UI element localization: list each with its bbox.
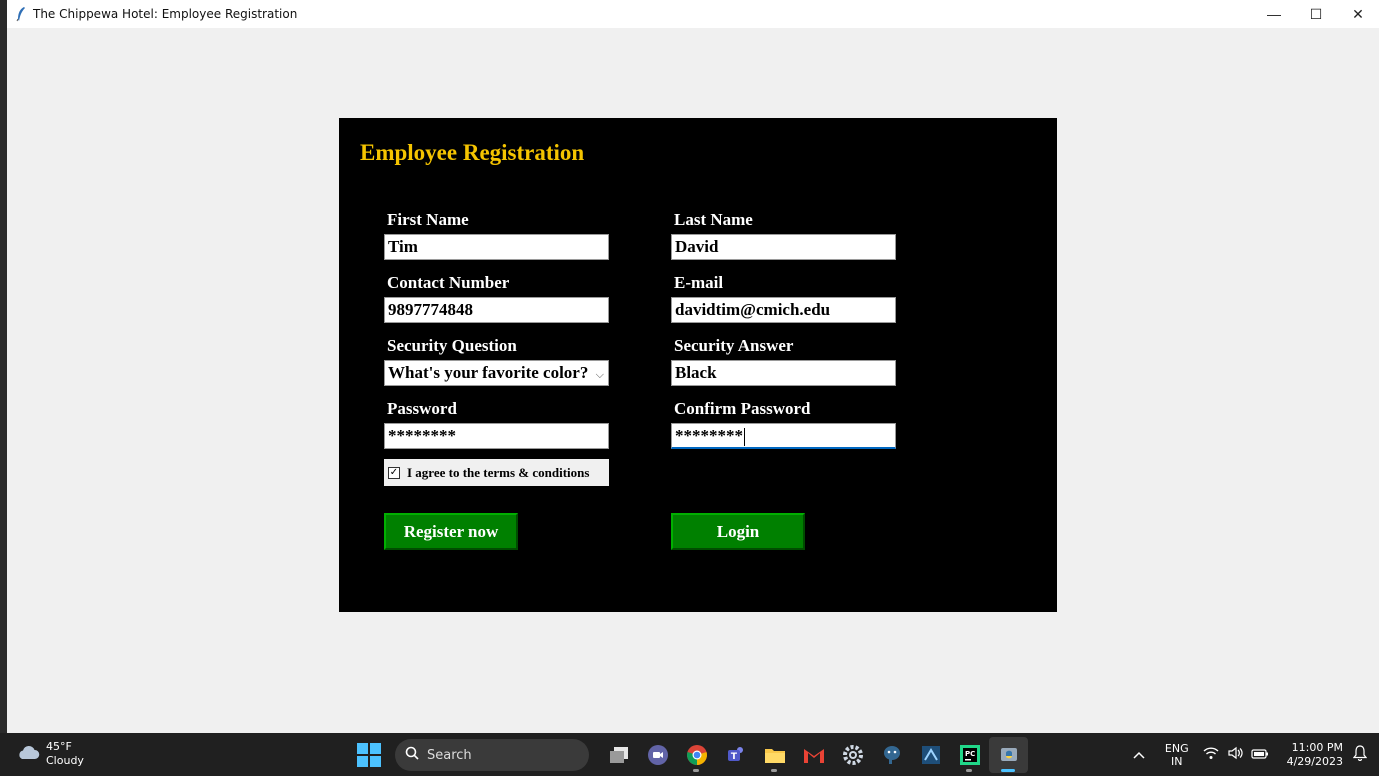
sql-developer-icon[interactable] [911,737,950,773]
contact-number-input[interactable]: 9897774848 [384,297,609,323]
security-question-label: Security Question [387,336,517,355]
meet-icon[interactable] [638,737,677,773]
language-indicator[interactable]: ENG IN [1165,742,1189,768]
settings-icon[interactable] [833,737,872,773]
password-label: Password [387,399,457,418]
first-name-label: First Name [387,210,469,229]
search-icon [405,746,419,765]
security-question-select[interactable]: What's your favorite color? ⌵ [384,360,609,386]
svg-text:T: T [730,752,737,762]
security-answer-label: Security Answer [674,336,794,355]
windows-start-icon[interactable] [357,743,381,767]
registration-panel: Employee Registration First Name Tim Las… [339,118,1057,612]
weather-widget[interactable]: 45°F Cloudy [16,740,84,768]
text-caret [744,428,745,447]
terms-checkbox[interactable]: ✓ [388,466,400,479]
email-label: E-mail [674,273,724,292]
terms-checkbox-row[interactable]: ✓ I agree to the terms & conditions [384,459,609,486]
clock-time: 11:00 PM [1291,740,1343,754]
python-icon[interactable] [989,737,1028,773]
confirm-password-label: Confirm Password [674,399,811,418]
language-code: ENG [1164,741,1189,755]
minimize-button[interactable]: — [1253,0,1295,28]
wifi-icon[interactable] [1203,745,1219,764]
first-name-input[interactable]: Tim [384,234,609,260]
page-title: Employee Registration [360,140,585,165]
login-button[interactable]: Login [671,513,805,550]
contact-number-label: Contact Number [387,273,510,292]
pycharm-icon[interactable]: PC [950,737,989,773]
window-title: The Chippewa Hotel: Employee Registratio… [33,7,298,21]
title-bar[interactable]: The Chippewa Hotel: Employee Registratio… [7,0,1379,28]
battery-icon[interactable] [1250,745,1269,764]
clock-date: 4/29/2023 [1286,754,1343,768]
confirm-password-value: ******** [675,426,743,445]
weather-description: Cloudy [46,754,84,767]
terms-label[interactable]: I agree to the terms & conditions [407,465,589,481]
email-input[interactable]: davidtim@cmich.edu [671,297,896,323]
app-window: The Chippewa Hotel: Employee Registratio… [7,0,1379,733]
chrome-icon[interactable] [677,737,716,773]
chevron-up-icon[interactable] [1133,748,1145,762]
security-answer-input[interactable]: Black [671,360,896,386]
speaker-icon[interactable] [1227,745,1243,764]
register-now-button[interactable]: Register now [384,513,518,550]
search-placeholder: Search [427,747,472,763]
taskbar-center: Search T PC [357,737,1028,773]
taskbar: 45°F Cloudy Search T PC ENG IN 11:00 PM … [0,733,1379,776]
svg-text:PC: PC [965,750,975,758]
feather-icon [16,6,26,22]
postgresql-icon[interactable] [872,737,911,773]
gmail-icon[interactable] [794,737,833,773]
maximize-button[interactable]: ☐ [1295,0,1337,28]
taskbar-search[interactable]: Search [395,739,589,771]
taskbar-clock[interactable]: 11:00 PM 4/29/2023 [1287,741,1343,769]
notification-bell-icon[interactable] [1352,744,1368,765]
weather-temperature: 45°F [46,740,72,753]
teams-icon[interactable]: T [716,737,755,773]
region-code: IN [1171,754,1183,768]
last-name-label: Last Name [674,210,753,229]
confirm-password-input[interactable]: ******** [671,423,896,449]
chevron-down-icon[interactable]: ⌵ [593,365,604,385]
last-name-input[interactable]: David [671,234,896,260]
tray-icons[interactable] [1203,745,1269,764]
password-input[interactable]: ******** [384,423,609,449]
security-question-value: What's your favorite color? [388,363,589,382]
cloud-icon [16,744,40,765]
task-view-icon[interactable] [599,737,638,773]
file-explorer-icon[interactable] [755,737,794,773]
window-controls: — ☐ ✕ [1253,0,1379,28]
system-tray: ENG IN 11:00 PM 4/29/2023 [1133,733,1379,776]
close-button[interactable]: ✕ [1337,0,1379,28]
